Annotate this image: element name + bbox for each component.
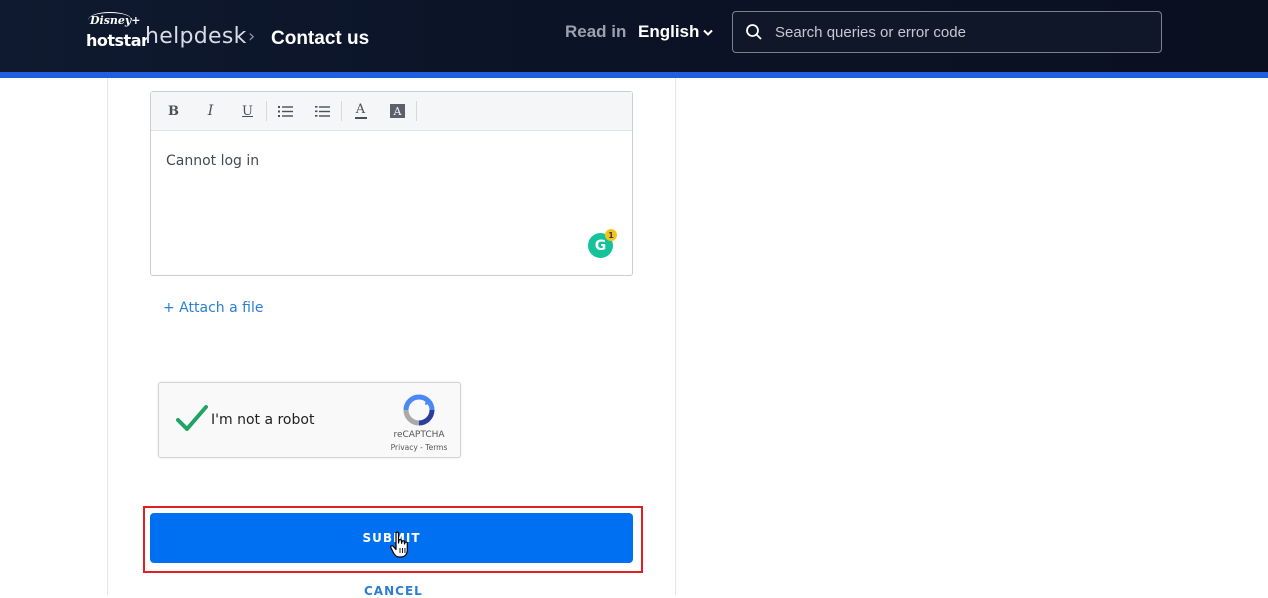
search-input[interactable] xyxy=(775,23,1135,41)
editor-text-area[interactable]: Cannot log in xyxy=(151,131,632,191)
recaptcha-label: I'm not a robot xyxy=(211,412,315,428)
font-color-underline xyxy=(354,116,367,119)
recaptcha-checkmark-icon[interactable] xyxy=(175,403,209,435)
logo-disney-text: Disney+ xyxy=(90,14,141,27)
top-header: Disney+ hotstar helpdesk › Contact us Re… xyxy=(0,0,1268,72)
underline-button[interactable]: U xyxy=(229,96,266,126)
recaptcha-privacy-terms-links[interactable]: Privacy - Terms xyxy=(379,443,459,452)
recaptcha-widget: I'm not a robot reCAPTCHA Privacy - Term… xyxy=(158,382,461,458)
grammarly-count-badge: 1 xyxy=(605,229,617,241)
font-color-icon: A xyxy=(355,101,366,117)
search-box[interactable] xyxy=(732,11,1162,53)
background-color-button[interactable]: A xyxy=(379,96,416,126)
language-value: English xyxy=(638,22,700,41)
background-color-icon: A xyxy=(390,104,405,118)
description-editor[interactable]: B I U A A Cannot log in xyxy=(150,91,633,276)
helpdesk-brand-link[interactable]: helpdesk xyxy=(145,24,247,49)
breadcrumb-chevron-icon: › xyxy=(248,26,256,47)
bulleted-list-icon xyxy=(278,105,293,117)
search-icon xyxy=(746,24,762,40)
numbered-list-button[interactable] xyxy=(304,96,341,126)
language-dropdown[interactable]: English xyxy=(638,22,714,42)
cancel-link[interactable]: CANCEL xyxy=(364,584,423,598)
bulleted-list-button[interactable] xyxy=(267,96,304,126)
hand-pointer-cursor-icon xyxy=(390,531,408,558)
recaptcha-brand-text: reCAPTCHA xyxy=(393,430,445,440)
read-in-label: Read in xyxy=(565,22,627,41)
recaptcha-logo-icon xyxy=(403,394,435,426)
breadcrumb-current-page: Contact us xyxy=(271,28,370,49)
numbered-list-icon xyxy=(315,105,330,117)
logo-hotstar-text: hotstar xyxy=(86,31,149,50)
italic-button[interactable]: I xyxy=(192,96,229,126)
chevron-down-icon xyxy=(703,29,714,36)
editor-toolbar: B I U A A xyxy=(151,92,632,131)
toolbar-divider xyxy=(416,101,417,121)
disney-hotstar-logo[interactable]: Disney+ hotstar xyxy=(86,12,149,54)
font-color-button[interactable]: A xyxy=(342,96,379,126)
bold-button[interactable]: B xyxy=(155,96,192,126)
attach-file-link[interactable]: + Attach a file xyxy=(163,300,263,316)
